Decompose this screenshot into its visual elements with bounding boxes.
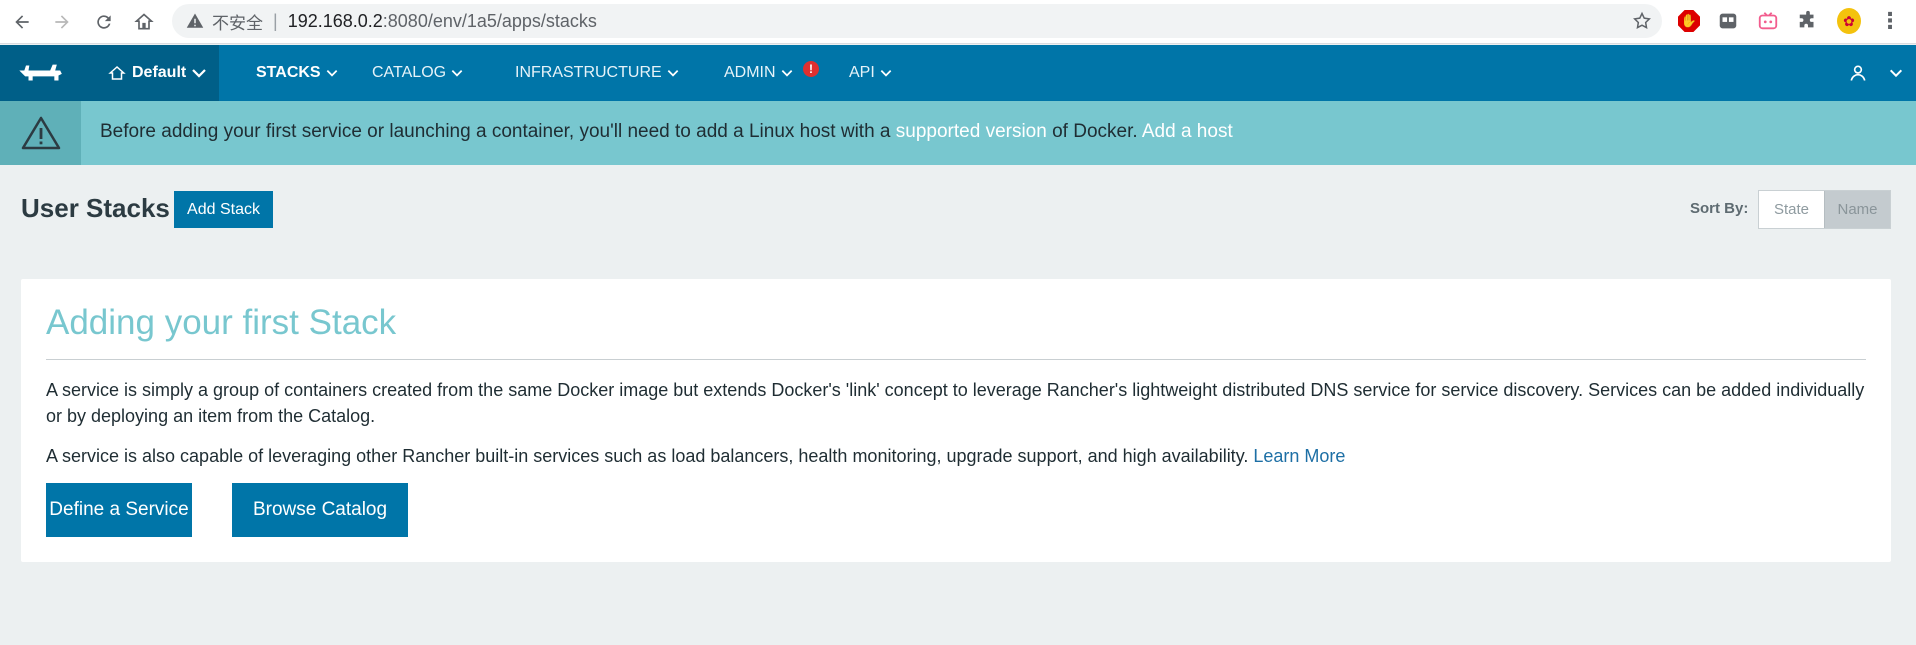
no-host-alert: Before adding your first service or laun… — [0, 101, 1916, 165]
divider — [46, 359, 1866, 360]
extension-icon[interactable] — [1716, 9, 1740, 33]
nav-catalog-label: CATALOG — [372, 64, 447, 81]
browse-catalog-button[interactable]: Browse Catalog — [232, 483, 408, 537]
empty-stacks-card: Adding your first Stack A service is sim… — [21, 279, 1891, 562]
alert-message: Before adding your first service or laun… — [100, 121, 1233, 143]
environment-name: Default — [132, 64, 187, 81]
url-path: :8080/env/1a5/apps/stacks — [382, 10, 597, 31]
sort-name-button[interactable]: Name — [1824, 191, 1890, 228]
nav-stacks-label: STACKS — [256, 64, 321, 81]
environment-selector[interactable]: Default — [81, 45, 219, 101]
nav-stacks[interactable]: STACKS — [256, 45, 339, 101]
nav-api[interactable]: API — [849, 45, 893, 101]
alert-text-middle: of Docker. — [1046, 121, 1142, 142]
add-stack-button[interactable]: Add Stack — [174, 191, 273, 228]
adblock-extension-icon[interactable]: ✋ — [1677, 9, 1701, 33]
url-host: 192.168.0.2 — [287, 10, 383, 31]
browser-toolbar: 不安全 | 192.168.0.2 :8080/env/1a5/apps/sta… — [0, 0, 1916, 44]
features-text: A service is also capable of leveraging … — [46, 446, 1254, 466]
card-title: Adding your first Stack — [46, 303, 397, 342]
nav-admin[interactable]: ADMIN — [724, 45, 794, 101]
alert-text-before: Before adding your first service or laun… — [100, 121, 896, 142]
reload-icon[interactable] — [84, 2, 124, 42]
admin-alert-badge: ! — [803, 61, 819, 77]
sort-toggle: State Name — [1758, 190, 1891, 229]
chevron-down-icon — [667, 70, 678, 77]
user-icon[interactable] — [1848, 63, 1868, 83]
page-title: User Stacks — [21, 193, 170, 223]
sort-by-label: Sort By: — [1690, 200, 1749, 217]
nav-api-label: API — [849, 64, 875, 81]
main-nav: Default STACKS CATALOG INFRASTRUCTURE AD… — [0, 45, 1916, 101]
learn-more-link[interactable]: Learn More — [1253, 446, 1345, 466]
address-bar[interactable]: 不安全 | 192.168.0.2 :8080/env/1a5/apps/sta… — [172, 4, 1662, 38]
rancher-logo-icon[interactable] — [0, 45, 81, 101]
intro-paragraph: A service is simply a group of container… — [46, 380, 1865, 426]
warning-icon — [186, 13, 204, 28]
forward-icon[interactable] — [42, 2, 82, 42]
home-icon[interactable] — [124, 2, 164, 42]
browser-menu-icon[interactable]: ⋮ — [1878, 8, 1902, 33]
chevron-down-icon — [451, 70, 463, 77]
nav-infrastructure[interactable]: INFRASTRUCTURE — [515, 45, 680, 101]
chevron-down-icon — [192, 69, 207, 78]
nav-catalog[interactable]: CATALOG — [372, 45, 464, 101]
nav-admin-label: ADMIN — [724, 64, 776, 81]
chevron-down-icon — [326, 70, 337, 77]
back-icon[interactable] — [2, 2, 42, 42]
puzzle-icon[interactable] — [1796, 9, 1820, 33]
url-separator: | — [273, 10, 278, 31]
features-paragraph: A service is also capable of leveraging … — [46, 443, 1866, 469]
define-service-button[interactable]: Define a Service — [46, 483, 192, 537]
bilibili-extension-icon[interactable] — [1756, 9, 1780, 33]
nav-infrastructure-label: INFRASTRUCTURE — [515, 64, 662, 81]
home-icon — [108, 65, 126, 80]
add-host-link[interactable]: Add a host — [1142, 121, 1233, 142]
chevron-down-icon[interactable] — [1888, 65, 1904, 81]
sort-state-button[interactable]: State — [1759, 191, 1824, 228]
chevron-down-icon — [880, 70, 892, 77]
profile-avatar-icon[interactable]: ✿ — [1837, 8, 1861, 34]
insecure-label: 不安全 — [212, 13, 263, 33]
bookmark-star-icon[interactable] — [1632, 11, 1652, 31]
warning-icon — [0, 101, 81, 165]
chevron-down-icon — [781, 70, 792, 77]
supported-version-link[interactable]: supported version — [896, 121, 1047, 142]
